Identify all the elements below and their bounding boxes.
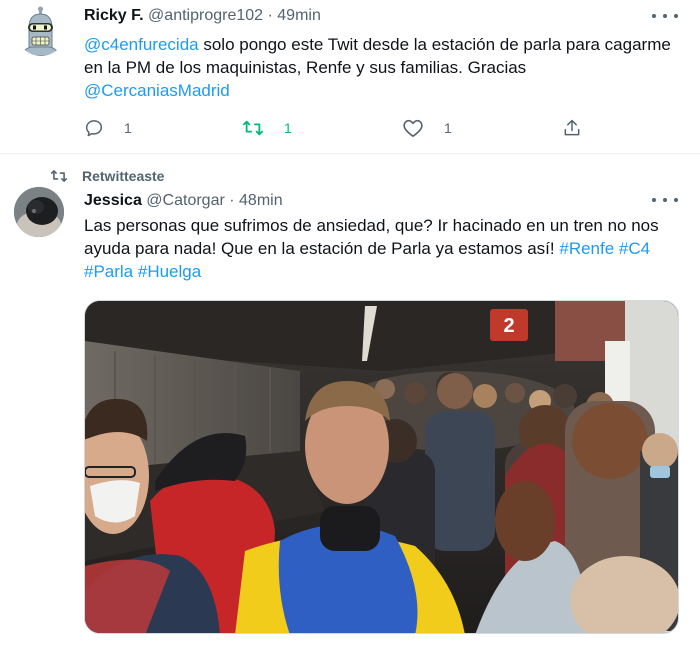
tweet-header: Ricky F. @antiprogre102 · 49min (84, 7, 321, 25)
mention-link[interactable]: @CercaniasMadrid (84, 81, 230, 100)
retweeted-banner: Retwitteaste (50, 168, 164, 184)
retweet-icon (50, 170, 68, 182)
tweet-text: @c4enfurecida solo pongo este Twit desde… (84, 33, 674, 102)
mention-link[interactable]: @c4enfurecida (84, 35, 199, 54)
retweet-count: 1 (284, 120, 292, 136)
retweeted-label[interactable]: Retwitteaste (82, 168, 164, 184)
tweet-text: Las personas que sufrimos de ansiedad, q… (84, 214, 674, 283)
timestamp[interactable]: 49min (277, 7, 321, 24)
separator-dot: · (229, 192, 235, 209)
crowded-platform-photo: 2 (85, 301, 678, 633)
user-handle[interactable]: @antiprogre102 (148, 7, 263, 24)
avatar-photo (14, 187, 64, 237)
retweet-icon (243, 120, 264, 136)
hashtag-link[interactable]: #Parla (84, 262, 133, 281)
retweet-button[interactable]: 1 (242, 116, 292, 140)
hashtag-link[interactable]: #Huelga (138, 262, 201, 281)
display-name[interactable]: Jessica (84, 192, 142, 209)
reply-button[interactable]: 1 (84, 116, 132, 140)
separator-dot: · (267, 7, 273, 24)
bender-avatar-icon (16, 6, 66, 56)
hashtag-link[interactable]: #Renfe (559, 239, 614, 258)
action-bar: 1 1 1 (84, 116, 594, 140)
tweet-jessica[interactable]: Retwitteaste Jessica @Catorgar · 48min L… (0, 155, 700, 645)
platform-sign-number: 2 (503, 315, 514, 337)
like-count: 1 (444, 120, 452, 136)
hashtag-link[interactable]: #C4 (619, 239, 650, 258)
more-icon[interactable] (652, 7, 678, 25)
more-icon[interactable] (652, 191, 678, 209)
like-icon (403, 119, 423, 137)
share-icon (564, 119, 580, 136)
avatar[interactable] (14, 187, 64, 237)
share-button[interactable] (562, 116, 582, 140)
user-handle[interactable]: @Catorgar (146, 192, 225, 209)
display-name[interactable]: Ricky F. (84, 7, 144, 24)
reply-count: 1 (124, 120, 132, 136)
tweet-header: Jessica @Catorgar · 48min (84, 192, 283, 210)
tweet-photo[interactable]: 2 (84, 300, 679, 634)
timestamp[interactable]: 48min (239, 192, 283, 209)
tweet-ricky[interactable]: Ricky F. @antiprogre102 · 49min @c4enfur… (0, 0, 700, 154)
reply-icon (85, 120, 103, 137)
avatar[interactable] (16, 6, 66, 56)
like-button[interactable]: 1 (402, 116, 452, 140)
